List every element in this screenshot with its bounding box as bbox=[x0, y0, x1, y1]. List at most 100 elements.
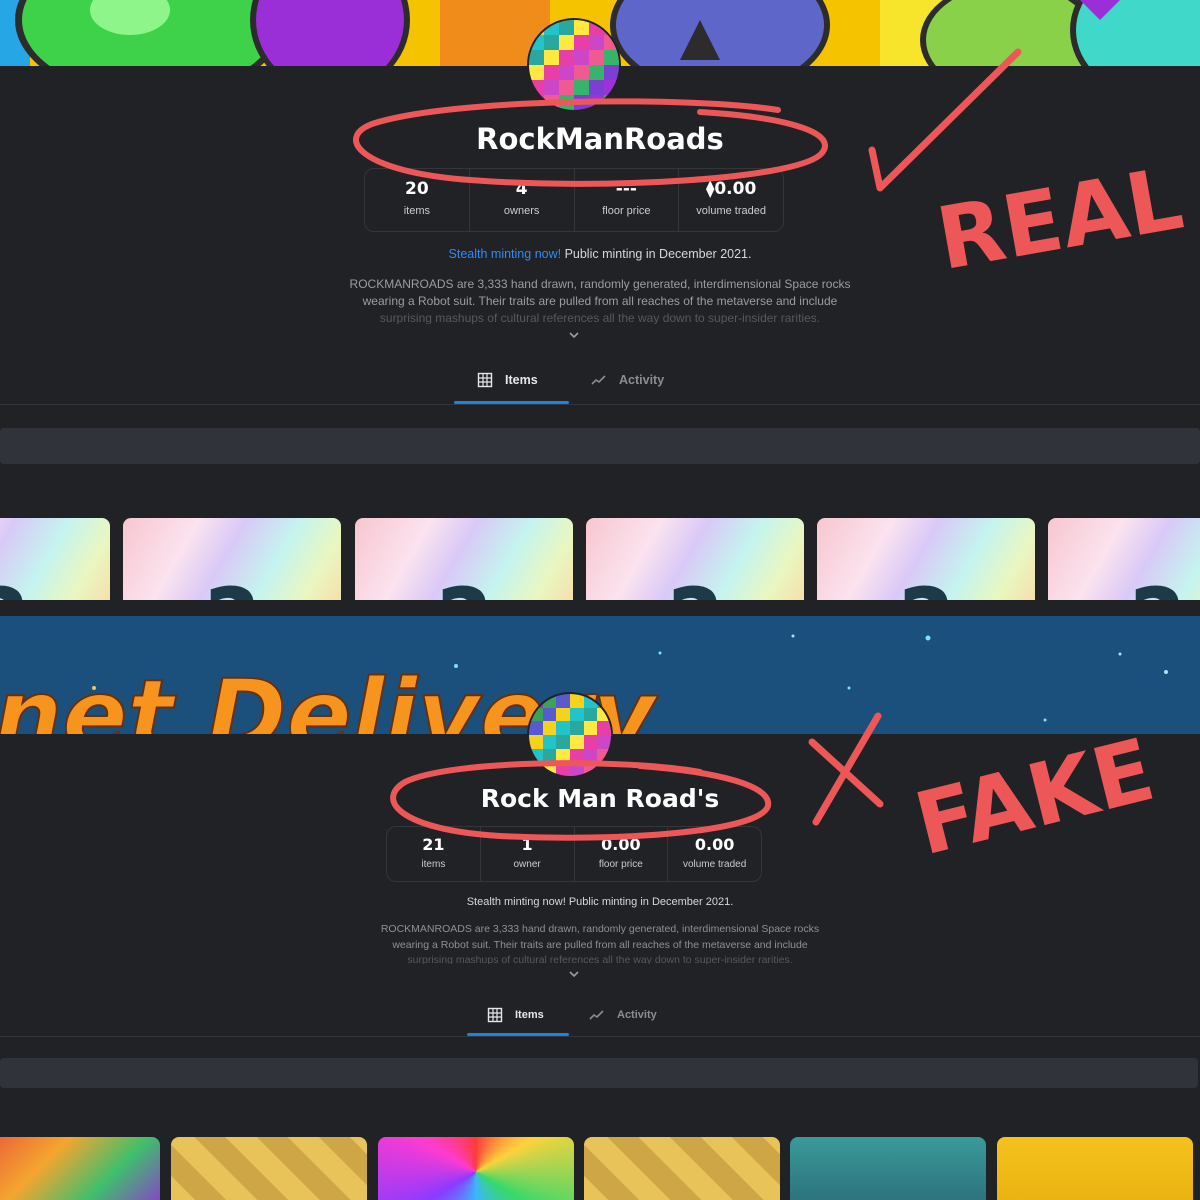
avatar-pixel bbox=[570, 762, 584, 776]
placeholder-glyph: ? bbox=[436, 576, 492, 600]
avatar-pixel bbox=[559, 95, 574, 110]
chevron-down-icon[interactable] bbox=[566, 329, 582, 341]
collection-name: Rock Man Road's bbox=[480, 784, 720, 813]
avatar-pixel bbox=[570, 748, 584, 763]
tab-activity[interactable]: Activity bbox=[589, 1007, 657, 1023]
stat-value: 21 bbox=[422, 835, 445, 854]
avatar-pixel bbox=[589, 65, 604, 80]
placeholder-glyph: ? bbox=[0, 576, 29, 600]
description-line: wearing a Robot suit. Their traits are p… bbox=[362, 294, 838, 308]
avatar-pixel bbox=[597, 735, 611, 749]
avatar-pixel bbox=[570, 721, 584, 735]
avatar-pixel bbox=[556, 748, 570, 763]
avatar-pixel bbox=[583, 735, 598, 749]
avatar-pixel bbox=[556, 762, 570, 776]
stat-label: items bbox=[421, 859, 446, 870]
avatar-pixel bbox=[604, 95, 619, 110]
stat-volume-traded[interactable]: 0.00 volume traded bbox=[668, 827, 761, 881]
avatar-pixel bbox=[529, 735, 543, 749]
item-card[interactable] bbox=[0, 1137, 160, 1200]
trending-line-icon bbox=[589, 1010, 604, 1020]
avatar-pixel bbox=[604, 80, 619, 95]
filter-bar[interactable] bbox=[0, 1058, 1198, 1088]
tab-divider bbox=[0, 1036, 1200, 1037]
collection-name: RockManRoads bbox=[476, 122, 724, 156]
item-card[interactable] bbox=[997, 1137, 1193, 1200]
avatar-pixel bbox=[559, 35, 574, 50]
avatar-pixel bbox=[574, 65, 589, 80]
stat-label: volume traded bbox=[696, 205, 766, 217]
item-card[interactable] bbox=[378, 1137, 574, 1200]
avatar-pixel bbox=[529, 65, 544, 80]
stat-label: floor price bbox=[602, 205, 651, 217]
tab-items[interactable]: Items bbox=[487, 1007, 544, 1023]
avatar-pixel bbox=[542, 721, 557, 735]
tab-label: Activity bbox=[617, 1009, 657, 1021]
stat-value: 4 bbox=[515, 179, 528, 199]
item-card[interactable]: ? bbox=[1048, 518, 1200, 600]
avatar-pixel bbox=[570, 735, 584, 749]
avatar-pixel bbox=[559, 65, 574, 80]
stat-items[interactable]: 20 items bbox=[365, 169, 470, 231]
avatar-pixel bbox=[574, 95, 589, 110]
avatar-pixel bbox=[544, 50, 559, 65]
stat-floor-price[interactable]: --- floor price bbox=[575, 169, 680, 231]
item-card[interactable]: ? bbox=[123, 518, 341, 600]
avatar-pixel bbox=[529, 748, 543, 763]
chevron-down-icon[interactable] bbox=[566, 968, 582, 980]
stat-label: owners bbox=[503, 205, 540, 217]
avatar-pixel bbox=[556, 721, 570, 735]
stat-volume-traded[interactable]: ⧫0.00 volume traded bbox=[679, 169, 783, 231]
item-card[interactable] bbox=[790, 1137, 986, 1200]
tab-label: Items bbox=[505, 373, 538, 387]
stat-owners[interactable]: 1 owner bbox=[481, 827, 575, 881]
tab-activity[interactable]: Activity bbox=[591, 372, 664, 388]
avatar-pixel bbox=[544, 80, 559, 95]
item-card[interactable]: ? bbox=[0, 518, 110, 600]
placeholder-glyph: ? bbox=[1129, 576, 1185, 600]
placeholder-glyph: ? bbox=[667, 576, 723, 600]
avatar-pixel bbox=[574, 35, 589, 50]
stat-label: items bbox=[403, 205, 431, 217]
avatar-pixel bbox=[559, 50, 574, 65]
avatar-pixel bbox=[597, 762, 611, 776]
avatar-pixel bbox=[559, 80, 574, 95]
collection-avatar[interactable] bbox=[527, 692, 613, 778]
avatar-pixel bbox=[544, 65, 559, 80]
collection-avatar[interactable] bbox=[527, 18, 621, 112]
avatar-pixel bbox=[570, 694, 584, 708]
item-card[interactable]: ? bbox=[817, 518, 1035, 600]
avatar-pixel bbox=[529, 721, 543, 735]
stat-floor-price[interactable]: 0.00 floor price bbox=[575, 827, 669, 881]
grid-icon bbox=[477, 372, 493, 388]
tab-label: Activity bbox=[619, 373, 665, 387]
stat-items[interactable]: 21 items bbox=[387, 827, 481, 881]
avatar-pixel bbox=[583, 707, 598, 722]
avatar-pixel bbox=[542, 762, 557, 776]
tab-items[interactable]: Items bbox=[477, 372, 538, 388]
item-card[interactable] bbox=[171, 1137, 367, 1200]
avatar-pixel bbox=[597, 748, 611, 763]
avatar-pixel bbox=[574, 80, 589, 95]
collection-description: ROCKMANROADS are 3,333 hand drawn, rando… bbox=[300, 276, 900, 324]
stat-value: 20 bbox=[405, 179, 429, 199]
stealth-minting-link[interactable]: Stealth minting now! bbox=[449, 247, 562, 261]
placeholder-glyph: ? bbox=[898, 576, 954, 600]
filter-bar[interactable] bbox=[0, 428, 1200, 464]
item-card[interactable]: ? bbox=[355, 518, 573, 600]
avatar-pixel bbox=[529, 50, 544, 65]
avatar-pixel bbox=[604, 50, 619, 65]
avatar-pixel bbox=[583, 721, 598, 735]
avatar-pixel bbox=[542, 735, 557, 749]
item-card[interactable]: ? bbox=[586, 518, 804, 600]
stat-value: 0.00 bbox=[601, 835, 641, 854]
stat-label: floor price bbox=[598, 859, 643, 870]
description-line: ROCKMANROADS are 3,333 hand drawn, rando… bbox=[380, 923, 820, 935]
avatar-pixel bbox=[583, 748, 598, 763]
description-line: surprising mashups of cultural reference… bbox=[379, 311, 821, 324]
description-line: ROCKMANROADS are 3,333 hand drawn, rando… bbox=[349, 277, 851, 291]
stat-owners[interactable]: 4 owners bbox=[470, 169, 575, 231]
fake-collection-panel: net Delivery Rock Man Road's 21 items 1 … bbox=[0, 600, 1200, 1200]
item-card[interactable] bbox=[584, 1137, 780, 1200]
avatar-pixel bbox=[589, 80, 604, 95]
